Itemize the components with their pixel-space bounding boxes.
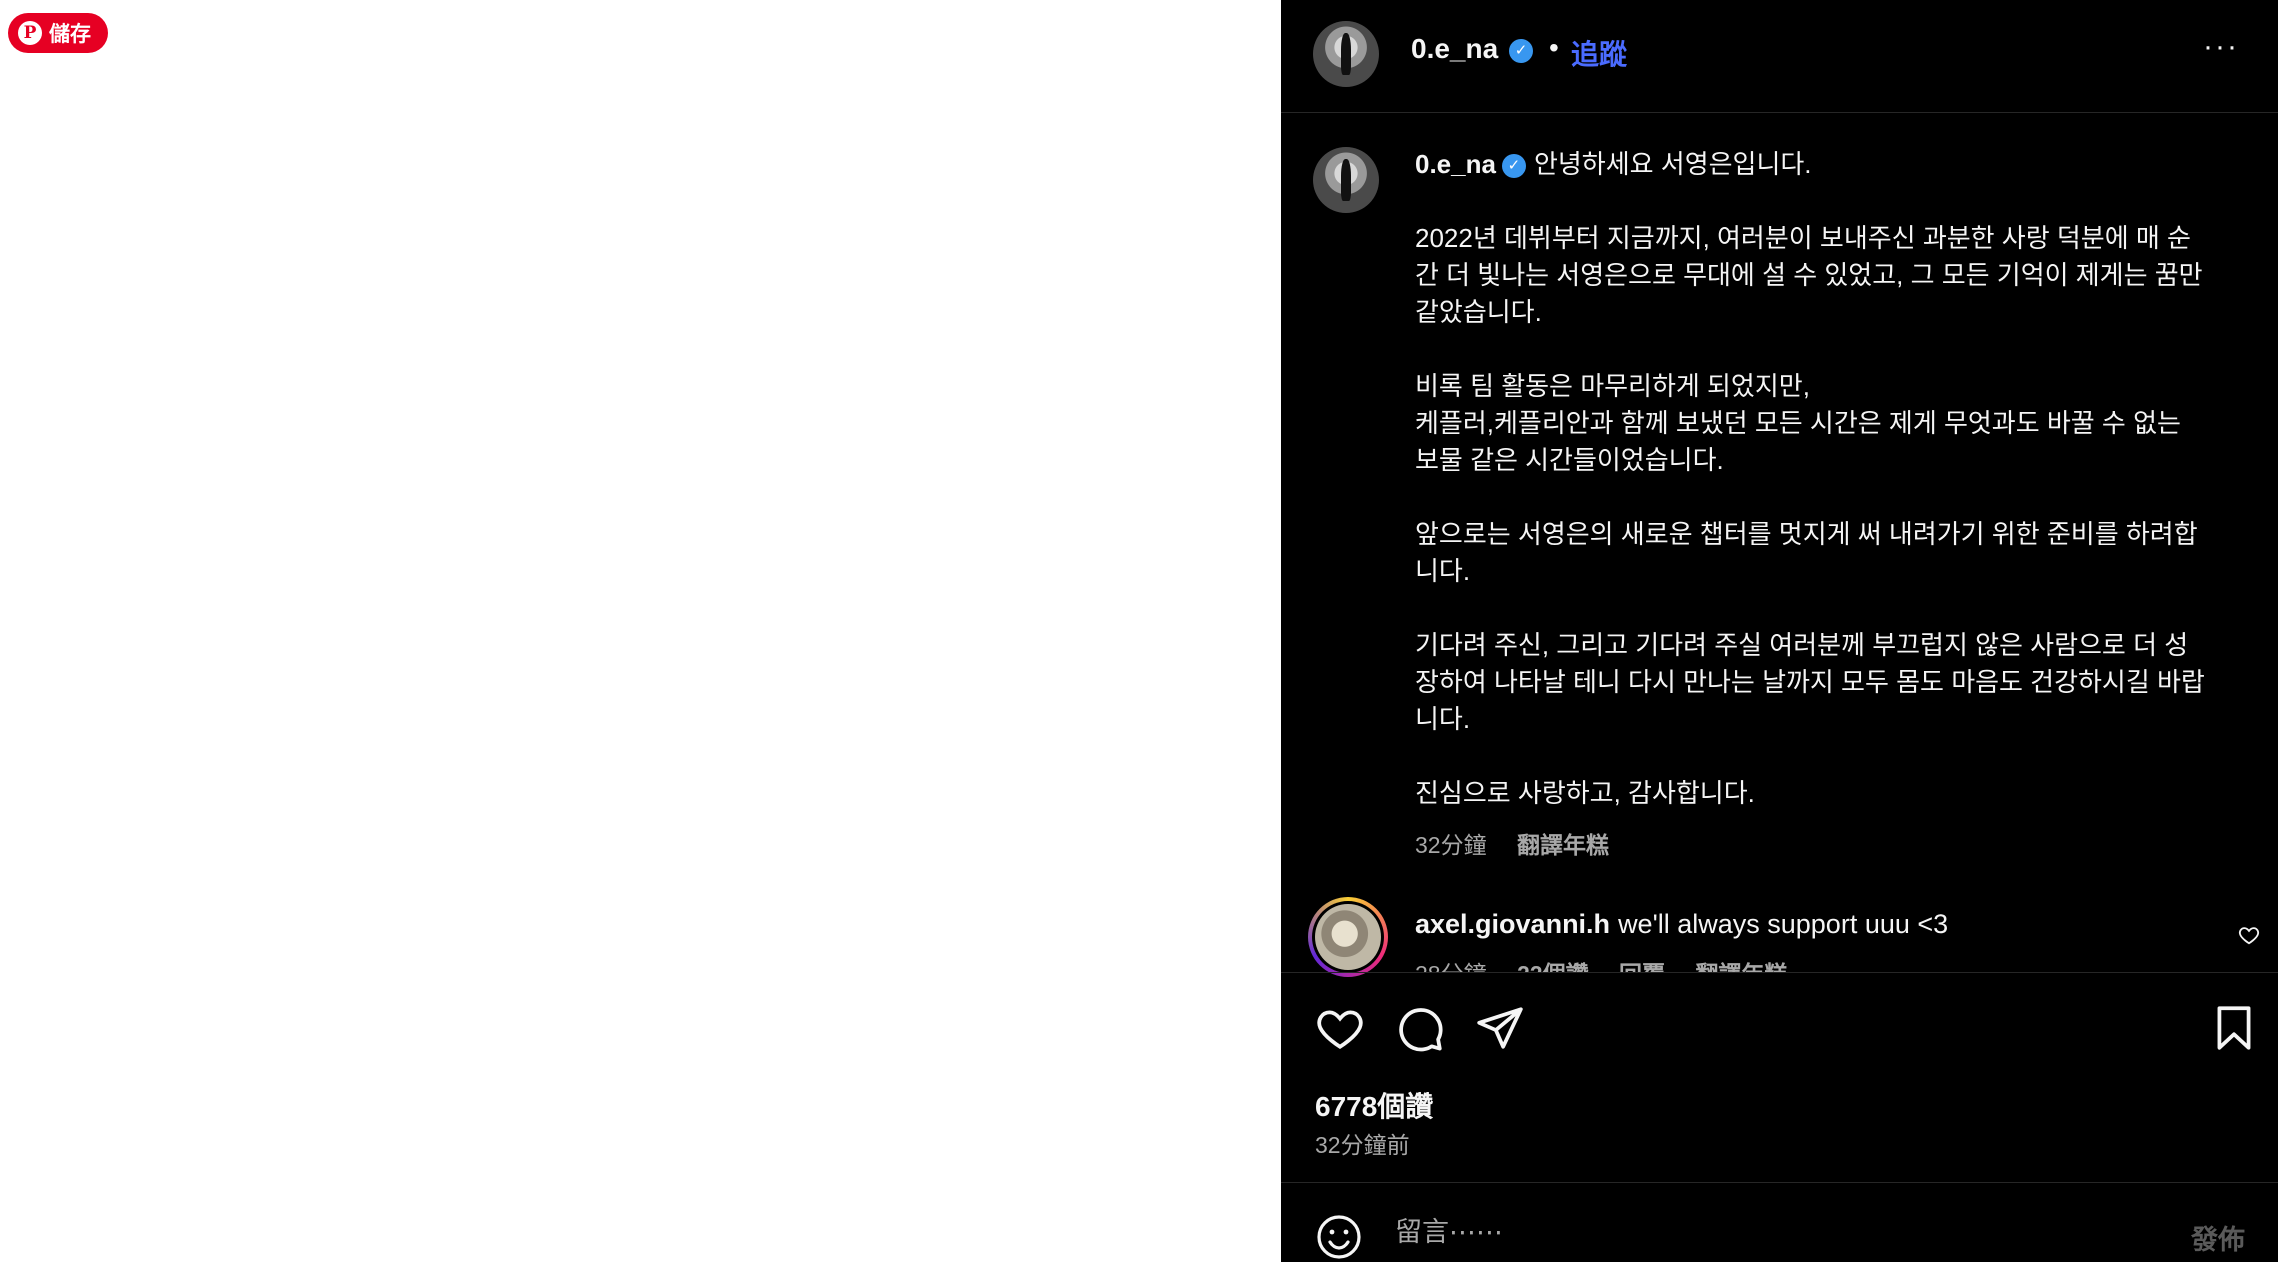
comment-composer: 發佈 [1281,1182,2278,1262]
pinterest-save-button[interactable]: P 儲存 [8,13,108,53]
caption-paragraph: 앞으로는 서영은의 새로운 챕터를 멋지게 써 내려가기 위한 준비를 하려합 … [1415,519,2198,586]
comment-meta-clip: 28分鐘 22個讚 回覆 翻譯年糕 [1415,955,2015,972]
commenter-username[interactable]: axel.giovanni.h [1415,909,1610,939]
caption-meta: 32分鐘 翻譯年糕 [1415,826,1609,860]
follow-button[interactable]: 追蹤 [1571,33,1627,73]
share-icon[interactable] [1475,1003,1525,1053]
post-timestamp: 32分鐘前 [1315,1132,1410,1158]
caption-author-avatar[interactable] [1313,147,1379,213]
like-icon[interactable] [1315,1003,1365,1053]
pinterest-icon: P [18,21,42,45]
comment-meta: 28分鐘 22個讚 回覆 翻譯年糕 [1415,955,2015,972]
bookmark-icon[interactable] [2209,1003,2259,1053]
caption-paragraph: 기다려 주신, 그리고 기다려 주실 여러분께 부끄럽지 않은 사람으로 더 성… [1415,630,2205,734]
comment-time: 28分鐘 [1415,961,1487,972]
post-header: 0.e_na ✓ • 追蹤 ··· [1281,0,2278,113]
comment-likes[interactable]: 22個讚 [1517,961,1589,972]
caption-paragraph: 진심으로 사랑하고, 감사합니다. [1415,778,1755,808]
caption-verified-icon: ✓ [1501,154,1526,179]
commenter-avatar[interactable] [1308,897,1388,977]
post-caption: 0.e_na ✓ 안녕하세요 서영은입니다. 2022년 데뷔부터 지금까지, 여러… [1415,146,2235,812]
author-username[interactable]: 0.e_na [1411,33,1498,65]
emoji-icon[interactable] [1315,1213,1363,1261]
author-avatar[interactable] [1313,21,1379,87]
comment-input[interactable] [1393,1211,2097,1253]
post-panel: 0.e_na ✓ • 追蹤 ··· 0.e_na ✓ 안녕하세요 서영은입니다. 2… [1281,0,2278,1262]
caption-translate-link[interactable]: 翻譯年糕 [1517,832,1609,858]
pinterest-save-label: 儲存 [49,23,91,46]
caption-username[interactable]: 0.e_na [1415,149,1496,179]
caption-first-line: 안녕하세요 서영은입니다. [1533,149,1812,179]
more-options-icon[interactable]: ··· [2203,30,2239,64]
comment-translate-link[interactable]: 翻譯年糕 [1695,961,1787,972]
separator-dot: • [1549,32,1559,63]
caption-paragraph: 2022년 데뷔부터 지금까지, 여러분이 보내주신 과분한 사랑 덕분에 매 … [1415,223,2203,327]
comment-row: axel.giovanni.h we'll always support uuu … [1415,909,1948,940]
verified-icon: ✓ [1509,39,1533,63]
caption-paragraph: 비록 팀 활동은 마무리하게 되었지만, 케플러,케플리안과 함께 보냈던 모든… [1415,371,2181,475]
comment-body: we'll always support uuu <3 [1618,909,1949,939]
comment-reply-button[interactable]: 回覆 [1619,961,1665,972]
likes-count[interactable]: 6778個讚 [1315,1085,1433,1125]
caption-time: 32分鐘 [1415,832,1487,858]
comment-icon[interactable] [1395,1003,1445,1053]
comment-like-icon[interactable] [2238,924,2260,946]
divider [1281,972,2278,973]
post-comment-button[interactable]: 發佈 [2191,1218,2245,1257]
image-area: P 儲存 [0,0,1281,1262]
